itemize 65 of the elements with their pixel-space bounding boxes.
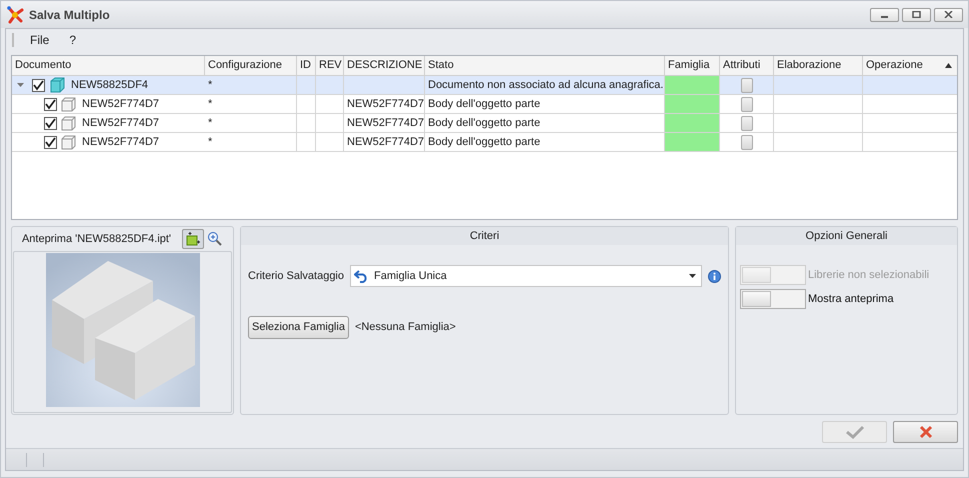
preview-title: Anteprima 'NEW58825DF4.ipt' xyxy=(22,232,172,247)
table-cell-text: NEW52F774D7 xyxy=(347,116,424,131)
table-cell-text: * xyxy=(208,116,212,131)
close-button[interactable] xyxy=(934,8,963,22)
select-family-button[interactable]: Seleziona Famiglia xyxy=(248,316,349,339)
column-header[interactable]: Elaborazione xyxy=(774,56,863,76)
toggle-label: Librerie non selezionabili xyxy=(808,268,930,283)
close-icon xyxy=(918,425,932,439)
table-row[interactable]: NEW52F774D7 * NEW52F774D7 Body dell'oggetto parte xyxy=(12,114,957,133)
part-icon xyxy=(61,96,76,112)
info-icon[interactable] xyxy=(708,270,721,282)
table-cell-text: NEW52F774D7 xyxy=(347,96,424,112)
column-header[interactable]: REV xyxy=(316,56,344,76)
minimize-button[interactable] xyxy=(870,8,899,22)
column-header[interactable]: Attributi xyxy=(720,56,774,76)
fit-view-button[interactable] xyxy=(182,229,204,249)
document-name: NEW52F774D7 xyxy=(81,116,160,131)
document-name: NEW52F774D7 xyxy=(81,134,160,150)
column-header[interactable]: Stato xyxy=(425,56,665,76)
menu-item[interactable]: File xyxy=(26,31,54,49)
toggle-switch[interactable] xyxy=(740,289,806,309)
checkbox[interactable] xyxy=(44,98,57,110)
maximize-button[interactable] xyxy=(902,8,931,22)
cancel-button[interactable] xyxy=(893,421,958,443)
panel-title: Opzioni Generali xyxy=(806,228,888,244)
maximize-icon xyxy=(912,11,921,18)
checkbox[interactable] xyxy=(44,136,57,148)
document-name: NEW58825DF4 xyxy=(70,78,148,93)
dropdown-caret-icon xyxy=(689,274,696,278)
part-icon xyxy=(61,116,76,130)
field-label: Criterio Salvataggio xyxy=(248,268,344,284)
dropdown-value: Famiglia Unica xyxy=(374,268,447,284)
family-value: <Nessuna Famiglia> xyxy=(354,320,456,336)
table-row[interactable]: NEW58825DF4 * Documento non associato ad alcuna anagrafica. xyxy=(12,76,957,95)
table-cell-text: Body dell'oggetto parte xyxy=(428,96,540,112)
column-header[interactable]: Famiglia xyxy=(665,56,720,76)
table-cell-text: * xyxy=(208,134,212,150)
table-row[interactable]: NEW52F774D7 * NEW52F774D7 Body dell'oggetto parte xyxy=(12,133,957,152)
table-cell-text: Documento non associato ad alcuna anagrafica. xyxy=(428,78,664,93)
checkmark-icon xyxy=(844,425,864,439)
menu-item[interactable]: ? xyxy=(65,31,80,49)
column-header[interactable]: Documento xyxy=(12,56,205,76)
table-row[interactable]: NEW52F774D7 * NEW52F774D7 Body dell'oggetto parte xyxy=(12,95,957,114)
undo-arrow-icon xyxy=(354,269,369,283)
table-cell-text: Body dell'oggetto parte xyxy=(428,134,540,150)
resize-image-icon xyxy=(186,232,200,246)
column-header[interactable]: Configurazione xyxy=(205,56,297,76)
column-header[interactable]: ID xyxy=(297,56,316,76)
cube-icon xyxy=(49,77,65,93)
window-title: Salva Multiplo xyxy=(29,6,110,24)
panel-title: Criteri xyxy=(470,228,500,244)
checkbox[interactable] xyxy=(32,78,45,92)
checkbox[interactable] xyxy=(44,116,57,130)
table-cell-text: * xyxy=(208,78,212,93)
zoom-in-icon[interactable] xyxy=(207,231,224,247)
table-cell-text: Body dell'oggetto parte xyxy=(428,116,540,131)
table-cell-text: NEW52F774D7 xyxy=(347,134,424,150)
column-header[interactable]: DESCRIZIONE xyxy=(344,56,425,76)
part-icon xyxy=(61,134,76,150)
app-logo-icon xyxy=(6,6,24,24)
criteria-dropdown[interactable]: Famiglia Unica xyxy=(350,265,702,287)
toggle-label: Mostra anteprima xyxy=(808,292,894,307)
document-name: NEW52F774D7 xyxy=(81,96,160,112)
close-icon xyxy=(944,11,953,18)
table-cell-text: * xyxy=(208,96,212,112)
